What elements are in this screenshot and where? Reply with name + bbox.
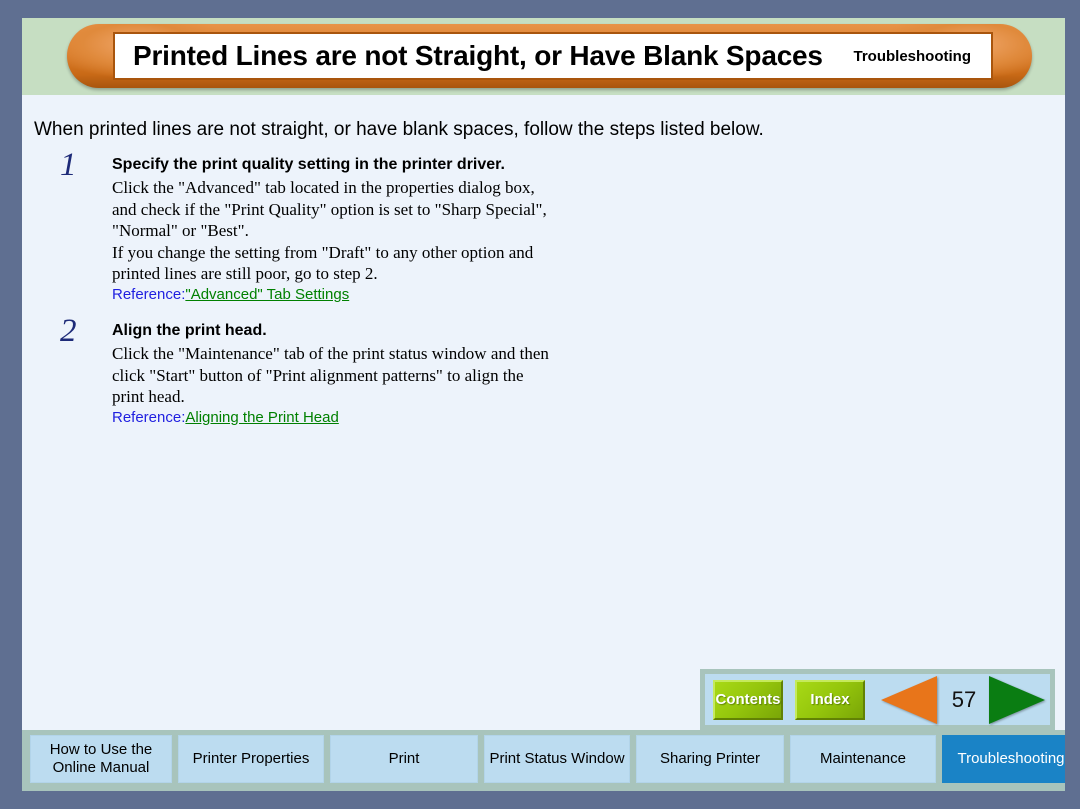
- tab-bar-strip: How to Use the Online Manual Printer Pro…: [22, 730, 1065, 791]
- intro-text: When printed lines are not straight, or …: [34, 119, 764, 140]
- tab-bar: How to Use the Online Manual Printer Pro…: [30, 735, 1065, 783]
- tab-print[interactable]: Print: [330, 735, 478, 783]
- navigation-inner: Contents Index 57: [705, 674, 1050, 725]
- step-number: 2: [60, 313, 77, 350]
- step-item: 1 Specify the print quality setting in t…: [38, 149, 658, 304]
- header-section-label: Troubleshooting: [853, 47, 972, 65]
- reference-label: Reference:: [112, 408, 186, 426]
- step-body: Click the "Maintenance" tab of the print…: [112, 344, 549, 407]
- tab-how-to-use-the-online-manual[interactable]: How to Use the Online Manual: [30, 735, 172, 783]
- index-button[interactable]: Index: [795, 679, 865, 720]
- tab-troubleshooting[interactable]: Troubleshooting: [942, 735, 1065, 783]
- steps-list: 1 Specify the print quality setting in t…: [38, 149, 658, 440]
- step-heading: Align the print head.: [112, 322, 267, 340]
- step-body: Click the "Advanced" tab located in the …: [112, 178, 547, 284]
- title-plate: Printed Lines are not Straight, or Have …: [113, 32, 993, 80]
- index-button-label: Index: [810, 691, 850, 708]
- page-number: 57: [951, 686, 977, 712]
- reference-line: Reference:"Advanced" Tab Settings: [112, 286, 658, 303]
- step-item: 2 Align the print head. Click the "Maint…: [38, 315, 658, 426]
- reference-label: Reference:: [112, 286, 186, 304]
- tab-printer-properties[interactable]: Printer Properties: [178, 735, 324, 783]
- page-header-band: Printed Lines are not Straight, or Have …: [22, 18, 1065, 95]
- step-heading: Specify the print quality setting in the…: [112, 156, 505, 173]
- right-triangle-icon[interactable]: [989, 675, 1045, 724]
- contents-button-label: Contents: [715, 691, 781, 708]
- tab-maintenance[interactable]: Maintenance: [790, 735, 936, 783]
- navigation-panel: Contents Index 57: [700, 669, 1055, 730]
- reference-line: Reference:Aligning the Print Head: [112, 409, 658, 426]
- contents-button[interactable]: Contents: [713, 679, 783, 720]
- left-triangle-icon[interactable]: [881, 675, 937, 724]
- manual-page: Printed Lines are not Straight, or Have …: [22, 18, 1065, 791]
- reference-link[interactable]: Aligning the Print Head: [185, 409, 338, 426]
- title-pill: Printed Lines are not Straight, or Have …: [67, 24, 1032, 88]
- content-area: When printed lines are not straight, or …: [22, 95, 1065, 668]
- reference-link[interactable]: "Advanced" Tab Settings: [185, 286, 349, 303]
- page-title: Printed Lines are not Straight, or Have …: [133, 40, 823, 71]
- step-number: 1: [60, 147, 77, 183]
- tab-sharing-printer[interactable]: Sharing Printer: [636, 735, 784, 783]
- tab-print-status-window[interactable]: Print Status Window: [484, 735, 630, 783]
- page-frame: Printed Lines are not Straight, or Have …: [0, 0, 1080, 809]
